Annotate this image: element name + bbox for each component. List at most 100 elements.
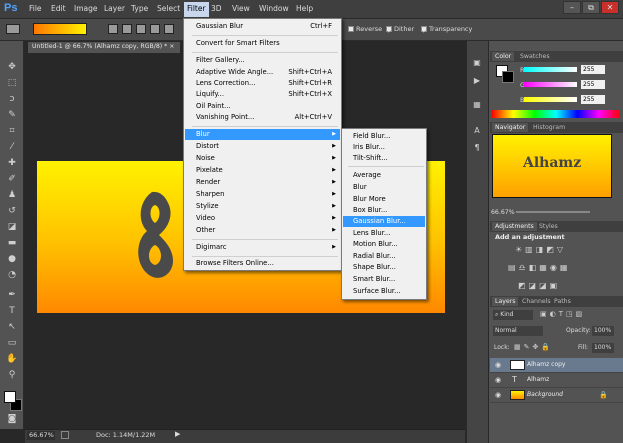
menu-select[interactable]: Select: [157, 4, 180, 13]
clone-stamp-tool-icon[interactable]: ♟: [6, 190, 18, 201]
submenu-item-smart-blur[interactable]: Smart Blur...: [343, 274, 425, 285]
hand-tool-icon[interactable]: ✋: [6, 354, 18, 365]
submenu-item-average[interactable]: Average: [343, 170, 425, 181]
move-tool-icon[interactable]: ✥: [6, 62, 18, 73]
visibility-eye-icon[interactable]: ◉: [495, 391, 501, 399]
menu-item-sharpen[interactable]: Sharpen ▶: [185, 189, 340, 200]
gradient-tool-icon[interactable]: [6, 24, 20, 34]
green-channel-slider[interactable]: [524, 82, 577, 87]
submenu-item-surface-blur[interactable]: Surface Blur...: [343, 286, 425, 297]
menu-layer[interactable]: Layer: [104, 4, 125, 13]
layer-filter-icons[interactable]: ▣◐T◳▨: [540, 310, 585, 318]
quick-select-tool-icon[interactable]: ✎: [6, 110, 18, 121]
menu-image[interactable]: Image: [74, 4, 98, 13]
tab-close-icon[interactable]: ×: [169, 43, 174, 50]
lasso-tool-icon[interactable]: ↄ: [6, 94, 18, 105]
menu-item-liquify[interactable]: Liquify... Shift+Ctrl+X: [185, 89, 340, 100]
submenu-item-tilt-shift[interactable]: Tilt-Shift...: [343, 153, 425, 164]
marquee-tool-icon[interactable]: ⬚: [6, 78, 18, 89]
menu-help[interactable]: Help: [296, 4, 313, 13]
angle-gradient-icon[interactable]: [136, 24, 146, 34]
eyedropper-tool-icon[interactable]: ⁄: [6, 142, 18, 153]
status-arrow-icon[interactable]: ▶: [175, 430, 180, 438]
opacity-field[interactable]: 100%: [592, 326, 614, 336]
reverse-option[interactable]: Reverse: [348, 25, 382, 33]
submenu-item-box-blur[interactable]: Box Blur...: [343, 205, 425, 216]
menu-view[interactable]: View: [232, 4, 250, 13]
diamond-gradient-icon[interactable]: [164, 24, 174, 34]
properties-panel-icon[interactable]: ▦: [471, 100, 483, 112]
tab-histogram[interactable]: Histogram: [530, 123, 568, 132]
reverse-checkbox[interactable]: [348, 26, 354, 32]
visibility-eye-icon[interactable]: ◉: [495, 376, 501, 384]
character-panel-icon[interactable]: A: [471, 126, 483, 138]
tab-adjustments[interactable]: Adjustments: [492, 222, 537, 231]
reflected-gradient-icon[interactable]: [150, 24, 160, 34]
menu-item-blur[interactable]: Blur ▶: [185, 129, 340, 140]
close-window-button[interactable]: ✕: [601, 1, 619, 14]
color-spectrum-bar[interactable]: [492, 110, 620, 118]
menu-3d[interactable]: 3D: [211, 4, 222, 13]
submenu-item-field-blur[interactable]: Field Blur...: [343, 131, 425, 142]
zoom-level-field[interactable]: 66.67%: [27, 431, 55, 440]
actions-panel-icon[interactable]: ▶: [471, 76, 483, 88]
menu-filter[interactable]: Filter: [184, 2, 209, 17]
menu-item-convert-smart-filters[interactable]: Convert for Smart Filters: [185, 38, 340, 49]
document-tab[interactable]: Untitled-1 @ 66.7% (Alhamz copy, RGB/8) …: [28, 42, 180, 53]
layer-row-background[interactable]: ◉ Background 🔒: [490, 388, 623, 403]
submenu-item-gaussian-blur[interactable]: Gaussian Blur...: [343, 216, 425, 227]
pen-tool-icon[interactable]: ✒: [6, 290, 18, 301]
history-brush-tool-icon[interactable]: ↺: [6, 206, 18, 217]
maximize-button[interactable]: ⧉: [582, 1, 600, 14]
dither-option[interactable]: ✓ Dither: [386, 25, 414, 35]
menu-item-other[interactable]: Other ▶: [185, 225, 340, 236]
menu-item-gaussian-blur-last[interactable]: Gaussian Blur Ctrl+F: [185, 21, 340, 32]
fill-field[interactable]: 100%: [592, 343, 614, 353]
paragraph-panel-icon[interactable]: ¶: [471, 143, 483, 155]
gradient-tool-icon[interactable]: ▬: [6, 238, 18, 249]
linear-gradient-icon[interactable]: [108, 24, 118, 34]
menu-file[interactable]: File: [29, 4, 42, 13]
history-panel-icon[interactable]: ▣: [471, 58, 483, 70]
menu-item-stylize[interactable]: Stylize ▶: [185, 201, 340, 212]
healing-brush-tool-icon[interactable]: ✚: [6, 158, 18, 169]
crop-tool-icon[interactable]: ⌗: [6, 126, 18, 137]
layer-row-alhamz-copy[interactable]: ◉ Alhamz copy: [490, 358, 623, 373]
tab-color[interactable]: Color: [492, 52, 515, 61]
submenu-item-lens-blur[interactable]: Lens Blur...: [343, 228, 425, 239]
navigator-zoom-value[interactable]: 66.67%: [491, 209, 515, 216]
tab-paths[interactable]: Paths: [551, 297, 574, 306]
brush-tool-icon[interactable]: ✐: [6, 174, 18, 185]
adjustment-icons-row-1[interactable]: ☀▥◨◩▽: [515, 245, 566, 254]
submenu-item-blur[interactable]: Blur: [343, 182, 425, 193]
submenu-item-radial-blur[interactable]: Radial Blur...: [343, 251, 425, 262]
submenu-item-shape-blur[interactable]: Shape Blur...: [343, 262, 425, 273]
gradient-picker[interactable]: [33, 23, 87, 35]
minimize-button[interactable]: –: [563, 1, 581, 14]
transparency-option[interactable]: ✓ Transparency: [421, 25, 472, 35]
zoom-tool-icon[interactable]: ⚲: [6, 370, 18, 381]
radial-gradient-icon[interactable]: [122, 24, 132, 34]
menu-item-render[interactable]: Render ▶: [185, 177, 340, 188]
lock-icons[interactable]: ▦✎✥🔒: [514, 343, 553, 351]
adjustment-icons-row-2[interactable]: ▤♎◧▦◉▦: [508, 263, 570, 272]
tab-styles[interactable]: Styles: [536, 222, 561, 231]
menu-item-digimarc[interactable]: Digimarc ▶: [185, 242, 340, 253]
type-tool-icon[interactable]: T: [6, 306, 18, 317]
layer-filter-kind[interactable]: ⌕ Kind: [493, 310, 533, 320]
tab-layers[interactable]: Layers: [492, 297, 519, 306]
menu-window[interactable]: Window: [259, 4, 289, 13]
menu-item-browse-filters-online[interactable]: Browse Filters Online...: [185, 258, 340, 269]
blue-channel-value[interactable]: 255: [581, 95, 605, 104]
path-select-tool-icon[interactable]: ↖: [6, 322, 18, 333]
navigator-zoom-slider[interactable]: [516, 211, 590, 213]
menu-item-vanishing-point[interactable]: Vanishing Point... Alt+Ctrl+V: [185, 112, 340, 123]
layer-row-alhamz[interactable]: ◉ T Alhamz: [490, 373, 623, 388]
submenu-item-blur-more[interactable]: Blur More: [343, 194, 425, 205]
foreground-color-swatch[interactable]: [4, 391, 16, 403]
dodge-tool-icon[interactable]: ◔: [6, 270, 18, 281]
menu-item-distort[interactable]: Distort ▶: [185, 141, 340, 152]
blend-mode-select[interactable]: Normal: [493, 326, 543, 336]
menu-item-noise[interactable]: Noise ▶: [185, 153, 340, 164]
color-background-swatch[interactable]: [502, 71, 514, 83]
